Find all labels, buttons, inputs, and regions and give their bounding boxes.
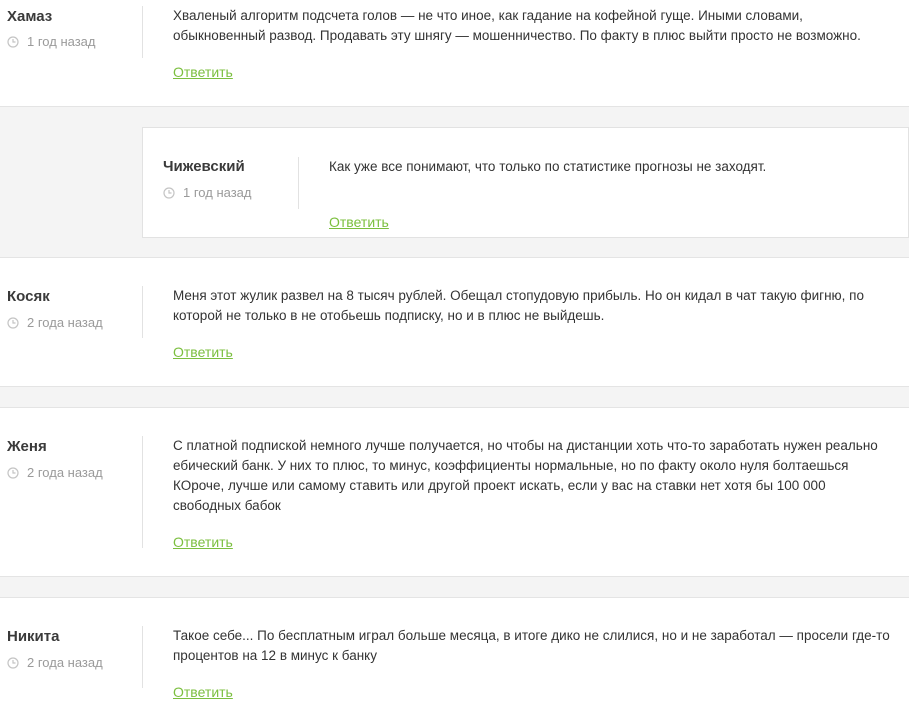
comment: Женя 2 года назад С платной подпиской не… [0,408,909,576]
comment-text: С платной подпиской немного лучше получа… [173,436,878,516]
clock-icon [7,35,19,48]
comment-author: Женя [7,438,47,455]
comment-time: 1 год назад [163,185,251,200]
comment-divider [142,6,143,58]
clock-icon [7,656,19,669]
clock-icon [7,316,19,329]
comment-text-line: Как уже все понимают, что только по стат… [329,159,767,174]
comment-text-line: КОроче, лучше или самому ставить или дру… [173,478,826,493]
reply-thread: Чижевский 1 год назад Как уже все понима… [0,106,909,258]
comment-author: Никита [7,628,60,645]
comment: Косяк 2 года назад Меня этот жулик разве… [0,258,909,386]
comment-time: 2 года назад [7,655,103,670]
comment-text-line: Меня этот жулик развел на 8 тысяч рублей… [173,288,864,303]
comment-divider [142,626,143,688]
comment-text: Такое себе... По бесплатным играл больше… [173,626,890,666]
comment-text-line: Хваленый алгоритм подсчета голов — не чт… [173,8,803,23]
comment-author: Чижевский [163,158,245,175]
comment-author: Косяк [7,288,50,305]
comment-text-line: С платной подпиской немного лучше получа… [173,438,878,453]
reply-link[interactable]: Ответить [173,684,233,700]
comment-text-line: обыкновенный развод. Продавать эту шнягу… [173,28,861,43]
reply-link[interactable]: Ответить [173,534,233,550]
comment-divider [298,157,299,209]
comment-separator [0,386,909,408]
comment-text: Хваленый алгоритм подсчета голов — не чт… [173,6,861,46]
comment-text-line: которой не только в не отобьешь подписку… [173,308,605,323]
comment-divider [142,436,143,548]
comment-text: Как уже все понимают, что только по стат… [329,157,766,177]
comment: Никита 2 года назад Такое себе... По бес… [0,598,909,716]
clock-icon [7,466,19,479]
comment-time: 2 года назад [7,465,103,480]
comment-time: 2 года назад [7,315,103,330]
reply-link[interactable]: Ответить [329,214,389,230]
comment-text-line: свободных бабок [173,498,281,513]
comment-text-line: процентов на 12 в минус к банку [173,648,377,663]
comment-divider [142,286,143,338]
reply-link[interactable]: Ответить [173,64,233,80]
clock-icon [163,186,175,199]
comment-time-label: 2 года назад [27,315,103,330]
comment-text-line: Такое себе... По бесплатным играл больше… [173,628,890,643]
comment-author: Хамаз [7,8,53,25]
comment-time-label: 2 года назад [27,655,103,670]
comment: Хамаз 1 год назад Хваленый алгоритм подс… [0,0,909,106]
comment-time-label: 2 года назад [27,465,103,480]
comment-time-label: 1 год назад [183,185,252,200]
comment-time: 1 год назад [7,34,95,49]
comment-separator [0,576,909,598]
comment-time-label: 1 год назад [27,34,96,49]
comment-text: Меня этот жулик развел на 8 тысяч рублей… [173,286,864,326]
comment-text-line: ебический банк. У них то плюс, то минус,… [173,458,849,473]
reply-link[interactable]: Ответить [173,344,233,360]
nested-comment: Чижевский 1 год назад Как уже все понима… [142,127,909,238]
